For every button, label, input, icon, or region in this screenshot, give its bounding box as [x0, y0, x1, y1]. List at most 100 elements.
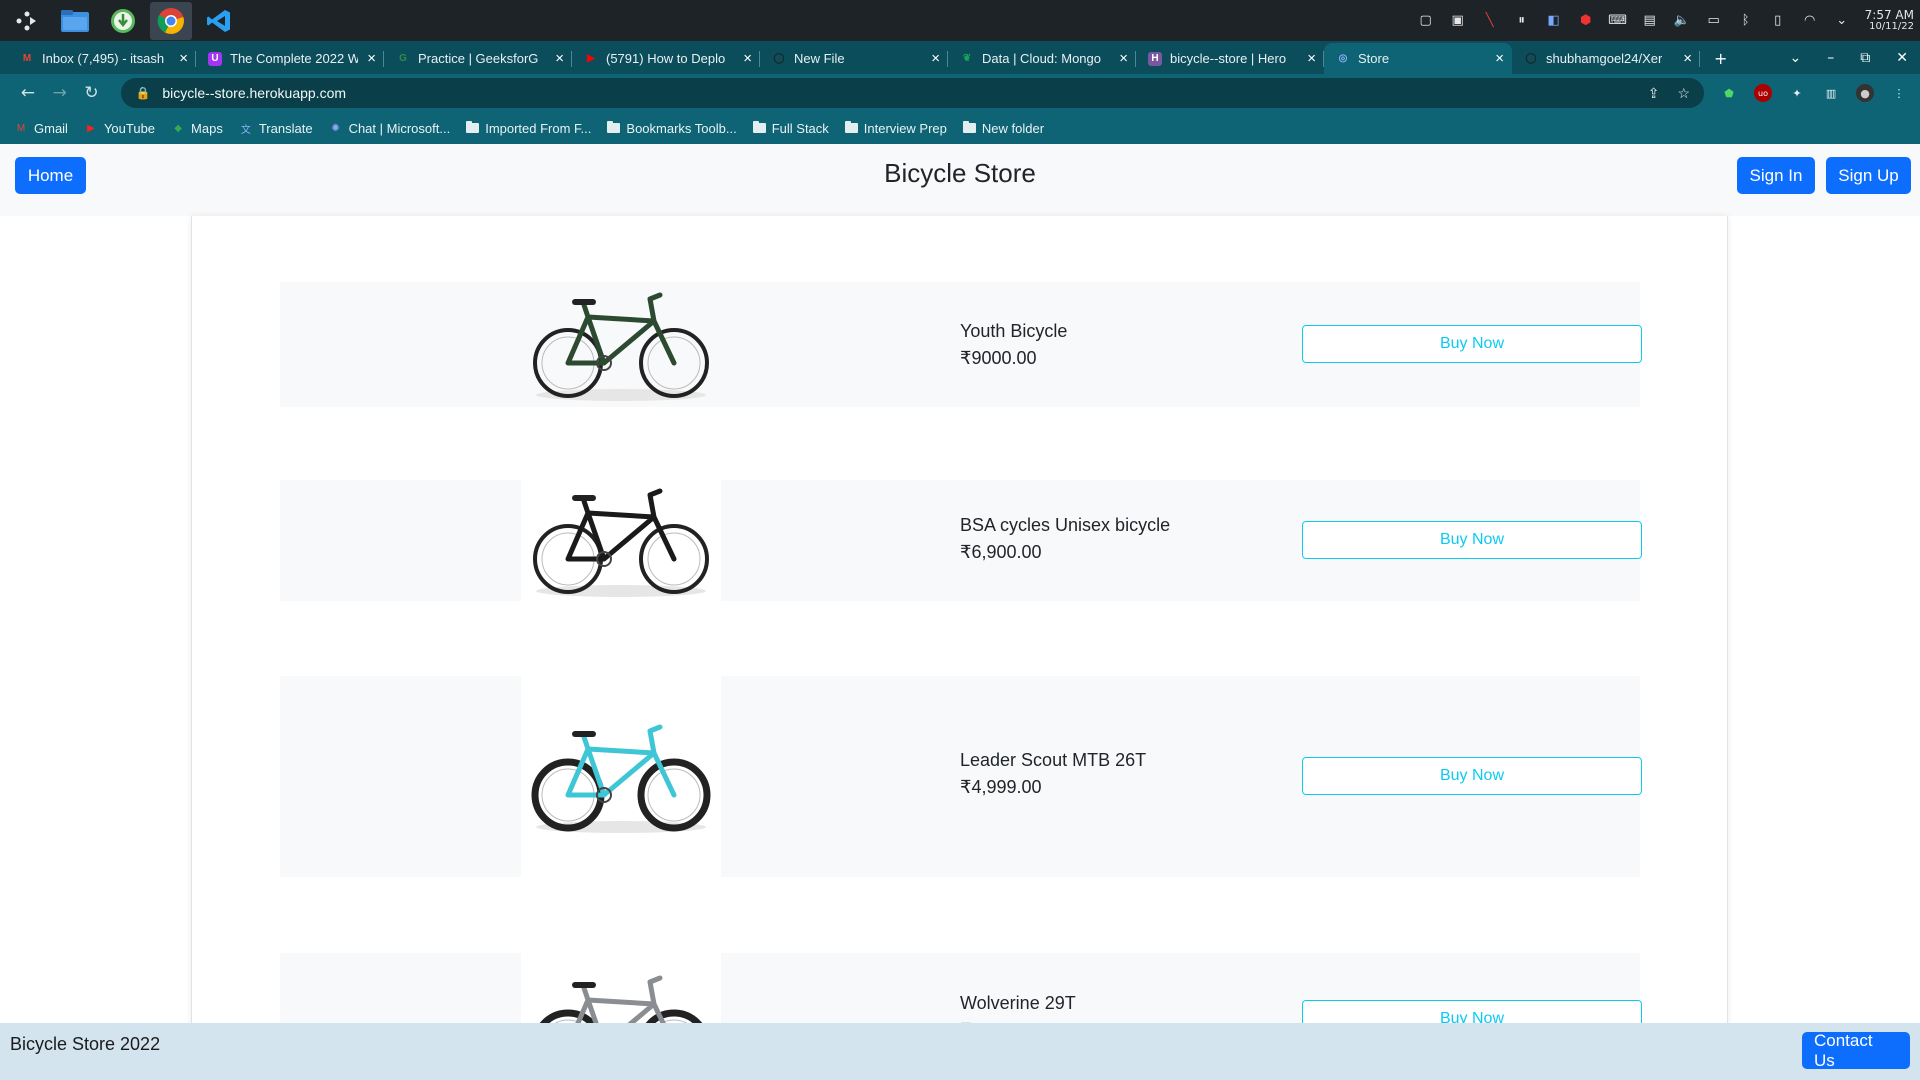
bookmark-label: YouTube: [103, 120, 156, 136]
tab-title: Inbox (7,495) - itsash: [42, 51, 165, 66]
file-manager-icon[interactable]: [54, 2, 96, 40]
bookmark-label: Maps: [191, 120, 223, 136]
browser-toolbar: ← → ↻ 🔒 bicycle--store.herokuapp.com ⇪ ☆…: [0, 74, 1920, 112]
tab-search-chevron-icon[interactable]: ⌄: [1790, 50, 1802, 66]
wifi-icon[interactable]: ◠: [1801, 13, 1819, 29]
close-tab-icon[interactable]: ×: [743, 50, 752, 67]
browser-tab[interactable]: ◯ shubhamgoel24/Xer ×: [1512, 43, 1700, 74]
screen-icon[interactable]: ▣: [1449, 13, 1467, 29]
shield-icon[interactable]: ⬢: [1577, 13, 1595, 29]
site-title: Bicycle Store: [884, 158, 1036, 188]
buy-now-button[interactable]: Buy Now: [1302, 325, 1642, 363]
share-icon[interactable]: ⇪: [1648, 85, 1660, 102]
reload-icon[interactable]: ↻: [76, 83, 108, 103]
close-tab-icon[interactable]: ×: [931, 50, 940, 67]
browser-tab[interactable]: ▶ (5791) How to Deplo ×: [572, 43, 760, 74]
volume-icon[interactable]: 🔈: [1673, 13, 1691, 29]
bookmark-item[interactable]: M Gmail: [14, 121, 68, 136]
extensions-puzzle-icon[interactable]: ✦: [1788, 84, 1806, 102]
battery-icon[interactable]: ▭: [1705, 13, 1723, 29]
close-tab-icon[interactable]: ×: [179, 50, 188, 67]
bookmark-label: Full Stack: [771, 120, 829, 136]
close-window-icon[interactable]: ✕: [1896, 50, 1908, 66]
menu-kebab-icon[interactable]: ⋮: [1890, 84, 1908, 102]
restore-icon[interactable]: ⧉: [1860, 50, 1870, 66]
bookmark-item[interactable]: 文 Translate: [239, 121, 313, 136]
tab-title: Data | Cloud: Mongo: [982, 51, 1101, 66]
forward-arrow-icon[interactable]: →: [44, 83, 76, 103]
browser-tab[interactable]: G Practice | GeeksforG ×: [384, 43, 572, 74]
window-icon[interactable]: ▢: [1417, 13, 1435, 29]
sign-up-button[interactable]: Sign Up: [1826, 157, 1911, 194]
buy-now-button[interactable]: Buy Now: [1302, 757, 1642, 795]
new-tab-plus-icon[interactable]: +: [1714, 49, 1727, 68]
back-arrow-icon[interactable]: ←: [12, 83, 44, 103]
close-tab-icon[interactable]: ×: [1495, 50, 1504, 67]
bookmark-item[interactable]: New folder: [962, 120, 1045, 136]
bookmark-label: New folder: [981, 120, 1045, 136]
browser-tab[interactable]: Hbicycle--store | Hero ×: [1136, 43, 1324, 74]
pause-icon[interactable]: ⏸: [1513, 13, 1531, 29]
pen-icon[interactable]: ╲: [1481, 13, 1499, 29]
sign-in-button[interactable]: Sign In: [1737, 157, 1815, 194]
web-page: Home Bicycle Store Sign In Sign Up Youth…: [0, 144, 1920, 1080]
vscode-icon[interactable]: [198, 2, 240, 40]
address-bar[interactable]: 🔒 bicycle--store.herokuapp.com ⇪ ☆: [121, 78, 1705, 108]
browser-tab[interactable]: ◯ New File ×: [760, 43, 948, 74]
side-panel-icon[interactable]: ▥: [1822, 84, 1840, 102]
tab-title: bicycle--store | Hero: [1170, 51, 1287, 66]
product-row: Youth Bicycle ₹9000.00 Buy Now: [280, 282, 1642, 407]
product-row: Leader Scout MTB 26T ₹4,999.00 Buy Now: [280, 676, 1642, 877]
lock-icon[interactable]: 🔒: [135, 86, 150, 100]
clipboard-icon[interactable]: ▤: [1641, 13, 1659, 29]
product-name: Leader Scout MTB 26T: [960, 750, 1147, 770]
product-name: Youth Bicycle: [960, 321, 1068, 341]
download-manager-icon[interactable]: [102, 2, 144, 40]
product-price: ₹6,900.00: [960, 542, 1042, 562]
close-tab-icon[interactable]: ×: [367, 50, 376, 67]
bookmark-label: Translate: [258, 120, 313, 136]
buy-now-button[interactable]: Buy Now: [1302, 521, 1642, 559]
translate-icon: 文: [240, 124, 251, 136]
tray-app-icon[interactable]: ◧: [1545, 13, 1563, 29]
bluetooth-icon[interactable]: ᛒ: [1737, 13, 1755, 29]
profile-avatar-icon[interactable]: ●: [1856, 84, 1875, 102]
bookmark-item[interactable]: ◆ Maps: [171, 121, 223, 136]
close-tab-icon[interactable]: ×: [555, 50, 564, 67]
teams-icon: ✺: [331, 122, 340, 134]
close-tab-icon[interactable]: ×: [1683, 50, 1692, 67]
heroku-icon: H: [1148, 51, 1162, 66]
bookmark-item[interactable]: ▶ YouTube: [84, 121, 155, 136]
app-launcher-icon[interactable]: [6, 2, 48, 40]
close-tab-icon[interactable]: ×: [1307, 50, 1316, 67]
system-clock[interactable]: 7:57 AM 10/11/22: [1865, 9, 1914, 33]
github-icon: ◯: [773, 53, 785, 64]
gmail-icon: M: [22, 53, 32, 64]
browser-tab-strip: M Inbox (7,495) - itsash × U The Complete 20…: [0, 41, 1920, 74]
bookmark-item[interactable]: Imported From F...: [466, 121, 591, 136]
bookmark-item[interactable]: Interview Prep: [844, 121, 947, 136]
product-list-container: Youth Bicycle ₹9000.00 Buy Now BSA cycles U…: [191, 216, 1728, 1080]
bookmark-item[interactable]: Full Stack: [752, 120, 829, 136]
browser-tab[interactable]: ❦ Data | Cloud: Mongo ×: [948, 43, 1136, 74]
chrome-icon[interactable]: [150, 1, 192, 40]
youtube-icon: ▶: [87, 122, 95, 134]
ublock-extension-icon[interactable]: uo: [1754, 84, 1773, 102]
minimize-icon[interactable]: –: [1827, 50, 1834, 66]
content-area: Youth Bicycle ₹9000.00 Buy Now BSA cycles U…: [0, 216, 1920, 1080]
url-text[interactable]: bicycle--store.herokuapp.com: [162, 85, 346, 101]
browser-tab[interactable]: U The Complete 2022 W ×: [196, 43, 384, 74]
chevron-down-icon[interactable]: ⌄: [1833, 13, 1851, 29]
phone-icon[interactable]: ▯: [1769, 13, 1787, 29]
bookmark-item[interactable]: Bookmarks Toolb...: [607, 121, 737, 136]
terminal-icon[interactable]: ⌨: [1608, 13, 1627, 29]
vpn-shield-extension-icon[interactable]: ⬟: [1720, 84, 1738, 102]
bookmark-star-icon[interactable]: ☆: [1677, 85, 1690, 102]
contact-us-button[interactable]: Contact Us: [1802, 1031, 1910, 1070]
product-name: BSA cycles Unisex bicycle: [960, 515, 1171, 535]
browser-tab[interactable]: M Inbox (7,495) - itsash ×: [8, 43, 196, 74]
bookmark-item[interactable]: ✺ Chat | Microsoft...: [329, 121, 450, 136]
close-tab-icon[interactable]: ×: [1119, 50, 1128, 67]
clock-date: 10/11/22: [1869, 20, 1914, 32]
browser-tab[interactable]: ◎ Store ×: [1324, 43, 1512, 74]
